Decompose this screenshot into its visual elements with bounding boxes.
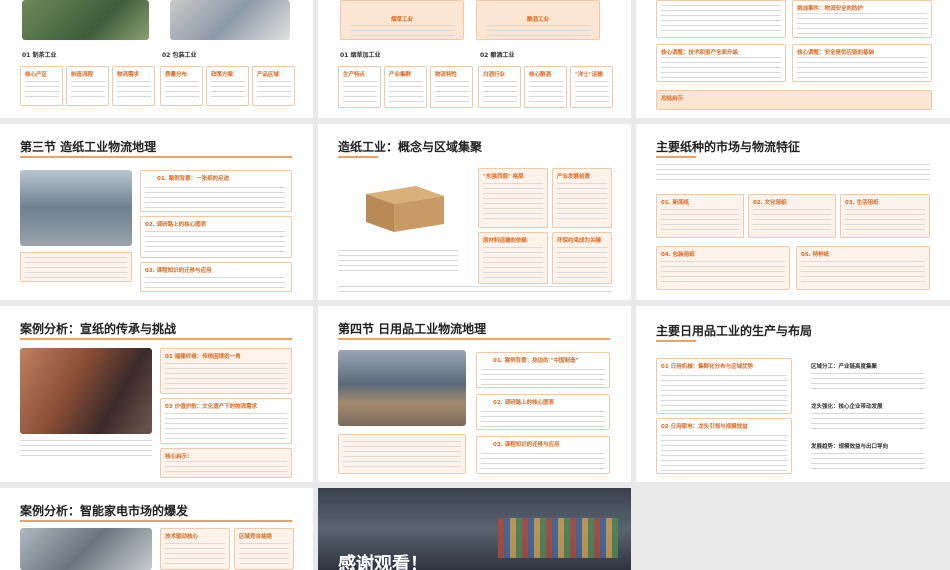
slide-thumb-5[interactable]: 造纸工业：概念与区域集聚 "东强西弱" 格局 产业发展前景 原材料运输的依赖 环… — [318, 124, 631, 300]
slide-thumb-7[interactable]: 案例分析：宣纸的传承与挑战 01 福建纤维：传统困境的一角 02 价值护航：文化… — [0, 306, 313, 482]
slide-thumb-11[interactable]: 感谢观看！ — [318, 488, 631, 570]
info-card: 核心启示： — [160, 448, 292, 478]
section-label: 02 酿酒工业 — [480, 52, 515, 59]
slide-thumb-8[interactable]: 第四节 日用品工业物流地理 1 01. 案例背景：身边的 "中国制造" 2 02… — [318, 306, 631, 482]
title-underline — [656, 340, 696, 342]
title-underline — [338, 338, 610, 340]
slide-thumb-4[interactable]: 第三节 造纸工业物流地理 1 01. 案例背景：一张纸的足迹 02. 调研路上的… — [0, 124, 313, 300]
slide-thumb-2[interactable]: 烟草工业 酿酒工业 01 烟草加工业 02 酿酒工业 生产特点 产业集群 物流特… — [318, 0, 631, 118]
info-card: 产业集群 — [384, 66, 427, 108]
info-card: 物流需求 — [112, 66, 155, 106]
xuan-paper-photo — [20, 348, 152, 434]
info-card: 烟草工业 — [340, 0, 464, 40]
info-card: 政策方案 — [206, 66, 249, 106]
info-card: 01 福建纤维：传统困境的一角 — [160, 348, 292, 394]
info-card: "东强西弱" 格局 — [478, 168, 548, 228]
slide-title: 主要日用品工业的生产与布局 — [656, 324, 813, 338]
slide-thumb-1[interactable]: 01 制茶工业 02 包装工业 核心产区 制造流程 物流需求 质量分布 政策方案… — [0, 0, 313, 118]
paper-type-card: 05. 特种纸 — [796, 246, 930, 290]
section-label: 01 制茶工业 — [22, 52, 57, 59]
info-card: 02 价值护航：文化遗产下的物流需求 — [160, 398, 292, 444]
tea-factory-photo — [22, 0, 149, 40]
thank-you-text: 感谢观看！ — [338, 554, 428, 570]
box-illustration — [366, 186, 444, 232]
slide-thumb-3[interactable]: 挑战事件：物流安全的防护 核心调整：技术和资产全面升级 核心调整：安全是供应链的… — [636, 0, 950, 118]
info-card: 区域竞合格局 — [234, 528, 294, 570]
info-card: 制造流程 — [66, 66, 109, 106]
slide-thumb-10[interactable]: 案例分析：智能家电市场的爆发 技术驱动核心 区域竞合格局 — [0, 488, 313, 570]
case-item: 02. 调研路上的核心图表 — [140, 216, 292, 258]
info-card — [338, 434, 466, 474]
info-card: 核心调整：技术和资产全面升级 — [656, 44, 786, 82]
paper-type-card: 04. 包装用纸 — [656, 246, 790, 290]
packaging-factory-photo — [170, 0, 290, 40]
paper-type-card: 03. 生活用纸 — [840, 194, 930, 238]
info-card: 物流特性 — [430, 66, 473, 108]
slide-title: 案例分析：智能家电市场的爆发 — [20, 504, 189, 518]
container-ship-photo — [498, 518, 618, 558]
info-card: 核心产区 — [20, 66, 63, 106]
smart-appliance-photo — [20, 528, 152, 570]
factory-floor-photo — [338, 350, 466, 426]
case-item: 01. 案例背景：身边的 "中国制造" — [476, 352, 610, 388]
section-label: 02 包装工业 — [162, 52, 197, 59]
info-card — [656, 0, 786, 38]
paper-box-photo — [356, 174, 452, 240]
title-underline — [20, 156, 292, 158]
title-underline — [338, 156, 378, 158]
info-card: 生产特点 — [338, 66, 381, 108]
slide-thumb-6[interactable]: 主要纸种的市场与物流特征 01. 新闻纸 02. 文化用纸 03. 生活用纸 0… — [636, 124, 950, 300]
info-card: 龙头强化：核心企业带动发展 — [806, 398, 930, 434]
info-card: 质量分布 — [160, 66, 203, 106]
slide-title: 造纸工业：概念与区域集聚 — [338, 140, 483, 154]
info-card: 产业发展前景 — [552, 168, 612, 228]
slide-title: 主要纸种的市场与物流特征 — [656, 140, 801, 154]
info-card: 挑战事件：物流安全的防护 — [792, 0, 932, 38]
case-item: 03. 课程知识的迁移与应用 — [140, 262, 292, 292]
slide-title: 第四节 日用品工业物流地理 — [338, 322, 487, 336]
info-card — [20, 252, 132, 282]
info-card: 核心调整：安全是供应链的基础 — [792, 44, 932, 82]
paper-type-card: 02. 文化用纸 — [748, 194, 836, 238]
info-card: 发展趋势：规模效益与出口导向 — [806, 438, 930, 474]
title-underline — [20, 520, 292, 522]
info-card: 核心酿酒 — [524, 66, 567, 108]
info-card: 白酒行业 — [478, 66, 521, 108]
info-card: 产品区域 — [252, 66, 295, 106]
section-label: 01 烟草加工业 — [340, 52, 381, 59]
info-card: 区域分工：产业链高度集聚 — [806, 358, 930, 394]
info-card: 01 日用机械：集群化分布与区域优势 — [656, 358, 792, 414]
case-item: 01. 案例背景：一张纸的足迹 — [140, 170, 292, 212]
case-item: 03. 课程知识的迁移与应用 — [476, 436, 610, 474]
paper-mill-photo — [20, 170, 132, 246]
info-card: 02 日用家电：龙头引领与规模效益 — [656, 418, 792, 474]
case-item: 02. 调研路上的核心图表 — [476, 394, 610, 430]
summary-card: 总结启示 — [656, 90, 932, 110]
info-card: 原材料运输的依赖 — [478, 232, 548, 284]
slide-thumbnail-grid: 01 制茶工业 02 包装工业 核心产区 制造流程 物流需求 质量分布 政策方案… — [0, 0, 950, 570]
title-underline — [656, 156, 696, 158]
title-underline — [20, 338, 292, 340]
slide-title: 案例分析：宣纸的传承与挑战 — [20, 322, 177, 336]
info-card: "洋土"运输 — [570, 66, 613, 108]
slide-thumb-9[interactable]: 主要日用品工业的生产与布局 01 日用机械：集群化分布与区域优势 02 日用家电… — [636, 306, 950, 482]
paper-type-card: 01. 新闻纸 — [656, 194, 744, 238]
info-card: 技术驱动核心 — [160, 528, 230, 570]
slide-title: 第三节 造纸工业物流地理 — [20, 140, 157, 154]
info-card: 环保约束成为关键 — [552, 232, 612, 284]
info-card: 酿酒工业 — [476, 0, 600, 40]
